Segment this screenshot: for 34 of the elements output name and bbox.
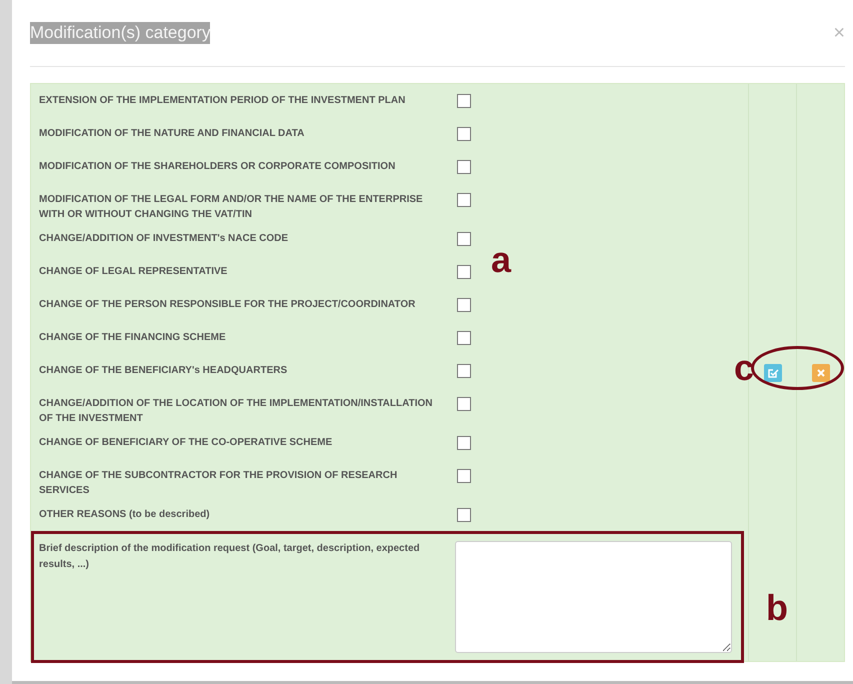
option-label: CHANGE OF THE FINANCING SCHEME — [39, 331, 227, 345]
checkbox[interactable] — [457, 193, 471, 207]
annotation-letter: c — [734, 350, 754, 386]
checkbox[interactable] — [457, 469, 471, 483]
edit-icon — [766, 366, 778, 378]
checkbox[interactable] — [457, 364, 471, 378]
checkbox[interactable] — [457, 436, 471, 450]
checkbox[interactable] — [457, 331, 471, 345]
checkbox[interactable] — [457, 298, 471, 312]
close-button[interactable]: × — [833, 22, 845, 44]
option-label: MODIFICATION OF THE SHAREHOLDERS OR CORPORATE COMPOSITION — [39, 160, 396, 174]
option-label: MODIFICATION OF THE LEGAL FORM AND/OR THE NAME OF THE ENTERPRISE WITH OR WITHOUT CHANGING THE VAT/TIN — [39, 193, 424, 222]
option-label: CHANGE OF BENEFICIARY OF THE CO-OPERATIVE SCHEME — [39, 436, 334, 450]
option-label: CHANGE OF THE SUBCONTRACTOR FOR THE PROVISION OF RESEARCH SERVICES — [39, 469, 398, 498]
option-label: MODIFICATION OF THE NATURE AND FINANCIAL DATA — [39, 127, 306, 141]
checkbox[interactable] — [457, 232, 471, 246]
checkbox[interactable] — [457, 127, 471, 141]
option-label: EXTENSION OF THE IMPLEMENTATION PERIOD OF THE INVESTMENT PLAN — [39, 94, 406, 108]
option-label: CHANGE/ADDITION OF THE LOCATION OF THE IMPLEMENTATION/INSTALLATION OF THE INVESTMENT — [39, 397, 434, 426]
checkbox[interactable] — [457, 94, 471, 108]
description-field[interactable] — [455, 541, 732, 653]
option-label: CHANGE OF THE BENEFICIARY's HEADQUARTERS — [39, 364, 288, 378]
option-label: CHANGE/ADDITION OF INVESTMENT's NACE CODE — [39, 232, 290, 246]
option-label: OTHER REASONS (to be described) — [39, 508, 211, 522]
annotation-letter: a — [491, 242, 512, 278]
checkbox[interactable] — [457, 265, 471, 279]
checkbox[interactable] — [457, 397, 471, 411]
close-icon — [816, 368, 826, 378]
option-label: CHANGE OF LEGAL REPRESENTATIVE — [39, 265, 228, 279]
description-label: Brief description of the modification request (Goal, target, description, expected results, ...) — [39, 542, 421, 572]
checkbox[interactable] — [457, 508, 471, 522]
checkbox[interactable] — [457, 160, 471, 174]
option-label: CHANGE OF THE PERSON RESPONSIBLE FOR THE PROJECT/COORDINATOR — [39, 298, 416, 312]
annotation-letter: b — [766, 590, 788, 626]
